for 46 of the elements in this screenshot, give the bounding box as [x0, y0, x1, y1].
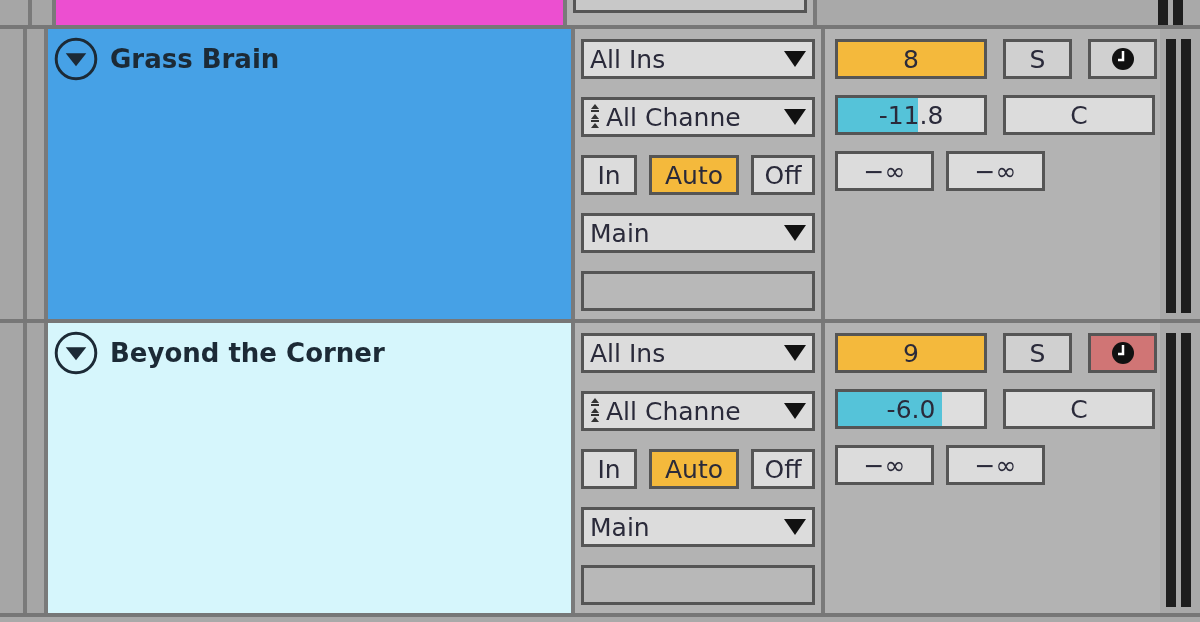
monitor-button[interactable]: In	[581, 449, 637, 489]
caret-icon	[784, 345, 806, 361]
input-type-dropdown[interactable]: All Ins	[581, 333, 815, 373]
caret-icon	[784, 403, 806, 419]
input-channel-dropdown[interactable]: All Channe	[581, 391, 815, 431]
arm-button[interactable]	[1088, 39, 1157, 79]
track-name: Grass Brain	[110, 44, 280, 74]
expand-button[interactable]	[54, 331, 98, 375]
output-dropdown[interactable]: Main	[581, 213, 815, 253]
level-meter	[1173, 0, 1183, 25]
dial-icon	[1110, 47, 1135, 71]
send-field[interactable]: −∞	[835, 445, 934, 485]
track-header[interactable]	[56, 0, 563, 25]
dial-icon	[1110, 341, 1135, 365]
caret-icon	[784, 519, 806, 535]
caret-icon	[784, 225, 806, 241]
track-activator-button[interactable]: 8	[835, 39, 987, 79]
pan-field[interactable]: C	[1003, 389, 1155, 429]
monitor-button[interactable]: Off	[751, 449, 815, 489]
track-activator-button[interactable]: 9	[835, 333, 987, 373]
volume-slider[interactable]: -6.0	[835, 389, 987, 429]
track-header[interactable]: Beyond the Corner	[48, 323, 571, 613]
grip-icon	[590, 104, 600, 130]
input-channel-dropdown[interactable]: All Channe	[581, 97, 815, 137]
monitor-button[interactable]: In	[581, 155, 637, 195]
pan-field[interactable]: C	[1003, 95, 1155, 135]
solo-button[interactable]: S	[1003, 39, 1072, 79]
grip-icon	[590, 398, 600, 424]
monitor-button[interactable]: Auto	[649, 449, 739, 489]
volume-reading: -6.0	[886, 394, 936, 424]
level-meter	[1158, 0, 1168, 25]
arm-button[interactable]	[1088, 333, 1157, 373]
dropdown[interactable]	[573, 0, 807, 13]
monitor-button[interactable]: Auto	[649, 155, 739, 195]
caret-icon	[784, 51, 806, 67]
caret-icon	[784, 109, 806, 125]
input-type-dropdown[interactable]: All Ins	[581, 39, 815, 79]
send-field[interactable]: −∞	[946, 445, 1045, 485]
monitor-button[interactable]: Off	[751, 155, 815, 195]
track-header[interactable]: Grass Brain	[48, 29, 571, 319]
solo-button[interactable]: S	[1003, 333, 1072, 373]
expand-button[interactable]	[54, 37, 98, 81]
send-field[interactable]: −∞	[946, 151, 1045, 191]
send-field[interactable]: −∞	[835, 151, 934, 191]
track-name: Beyond the Corner	[110, 338, 385, 368]
output-dropdown[interactable]: Main	[581, 507, 815, 547]
